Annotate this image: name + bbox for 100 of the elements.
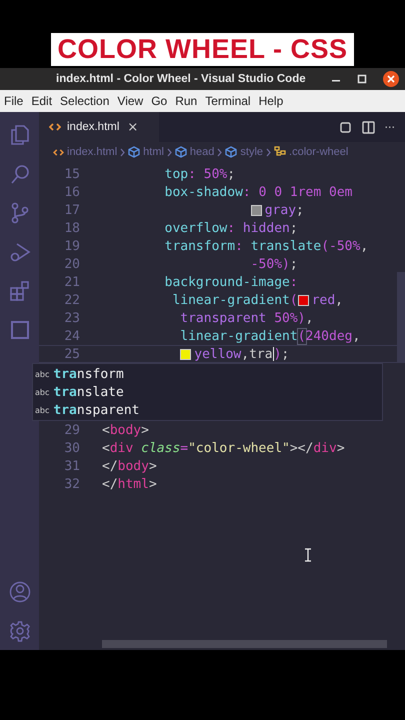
suggestion-item[interactable]: abc transparent [33, 401, 382, 419]
tab-close-button[interactable]: × [127, 120, 138, 134]
chevron-icon [120, 148, 126, 156]
code-token: > [141, 422, 149, 438]
menu-item[interactable]: File [4, 94, 24, 108]
code-token: yellow [194, 346, 242, 362]
code-token: > [336, 440, 345, 456]
debug-icon[interactable] [8, 241, 30, 263]
more-actions-button[interactable]: ··· [384, 120, 395, 134]
files-icon[interactable] [8, 124, 30, 146]
suggestion-item[interactable]: abc translate [33, 383, 382, 401]
menu-item[interactable]: View [117, 94, 144, 108]
menu-item[interactable]: Selection [60, 94, 110, 108]
code-token: , [306, 310, 314, 326]
code-token: , [360, 238, 368, 254]
vertical-scrollbar[interactable] [397, 272, 405, 362]
code-token: transparent [180, 310, 268, 326]
code-token: -50%) [250, 256, 290, 272]
line-number: 29 [63, 422, 80, 438]
close-icon[interactable] [383, 71, 399, 87]
split-editor-icon[interactable] [362, 120, 374, 134]
line-number: 31 [63, 458, 80, 474]
code-token: ( [298, 328, 306, 344]
code-token: ) [274, 346, 282, 362]
code-brackets-icon [49, 123, 61, 131]
code-token: red [312, 292, 336, 308]
word-kind-icon: abc [35, 388, 50, 396]
code-token: gray [264, 202, 296, 218]
code-token: "color-wheel" [188, 440, 290, 456]
code-token: 50% [204, 166, 228, 182]
code-token: , [352, 328, 360, 344]
code-token: div [313, 440, 337, 456]
code-token: body [110, 422, 142, 438]
chevron-icon [217, 148, 222, 156]
editor-tab[interactable]: index.html × [39, 112, 159, 142]
code-token: , [335, 292, 343, 308]
code-token: : [188, 166, 197, 182]
settings-icon[interactable] [8, 620, 30, 642]
code-token: background-image [164, 274, 290, 290]
code-token: overflow [164, 220, 228, 236]
code-token: ( [290, 292, 298, 308]
line-number: 15 [63, 166, 80, 182]
code-token: ></ [290, 440, 314, 456]
code-token: linear-gradient [180, 328, 298, 344]
chevron-icon [166, 148, 172, 156]
code-token: </ [102, 476, 118, 492]
code-token: 240deg [306, 328, 352, 344]
color-swatch[interactable] [298, 294, 309, 306]
split-editor-icon[interactable] [338, 120, 352, 134]
code-token: < [102, 422, 110, 438]
color-swatch[interactable] [250, 204, 262, 216]
line-number: 17 [63, 202, 80, 218]
horizontal-scrollbar[interactable] [102, 640, 387, 648]
line-number: 22 [63, 292, 80, 308]
color-swatch[interactable] [180, 348, 192, 360]
search-icon[interactable] [8, 163, 30, 185]
code-token: body [118, 458, 149, 474]
banner-title: COLOR WHEEL - CSS [51, 33, 354, 66]
code-token: > [148, 476, 157, 492]
line-number: 30 [63, 440, 80, 456]
suggestion-item[interactable]: abc transform [33, 365, 382, 383]
code-token: top [164, 166, 188, 182]
menu-item[interactable]: Edit [31, 94, 52, 108]
line-number: 16 [63, 184, 80, 200]
window-title: index.html - Color Wheel - Visual Studio Code [56, 73, 307, 85]
source-control-icon[interactable] [8, 202, 30, 224]
line-number: 25 [63, 346, 80, 362]
code-token: 50%) [274, 310, 306, 326]
code-token: > [148, 458, 157, 474]
cube-icon [174, 146, 187, 158]
code-token: (-50% [321, 238, 360, 254]
line-number: 20 [63, 256, 80, 272]
word-kind-icon: abc [35, 370, 50, 378]
code-token: ; [227, 166, 236, 182]
code-token: ; [290, 220, 298, 236]
code-brackets-icon [53, 148, 64, 156]
menu-item[interactable]: Terminal [205, 94, 251, 108]
account-icon[interactable] [8, 581, 30, 603]
code-token: ,tra [241, 346, 273, 362]
code-token: : [235, 238, 244, 254]
code-token: hidden [242, 220, 290, 236]
menu-item[interactable]: Run [175, 94, 198, 108]
line-number: 19 [63, 238, 80, 254]
code-token: : [242, 184, 252, 200]
line-number: 23 [63, 310, 80, 326]
code-token: transform [164, 238, 236, 254]
maximize-icon[interactable] [357, 74, 367, 84]
menu-item[interactable]: Go [151, 94, 168, 108]
line-number: 18 [63, 220, 80, 236]
line-number: 21 [63, 274, 80, 290]
code-token: = [180, 440, 188, 456]
text-cursor-icon [305, 548, 311, 562]
code-token: : [290, 274, 298, 290]
code-token: </ [102, 458, 118, 474]
code-token: translate [250, 238, 322, 254]
suggestion-label: transform [53, 366, 124, 382]
cube-icon [128, 146, 140, 158]
menu-item[interactable]: Help [258, 94, 284, 108]
word-kind-icon: abc [35, 406, 50, 414]
extensions-icon[interactable] [8, 280, 30, 302]
